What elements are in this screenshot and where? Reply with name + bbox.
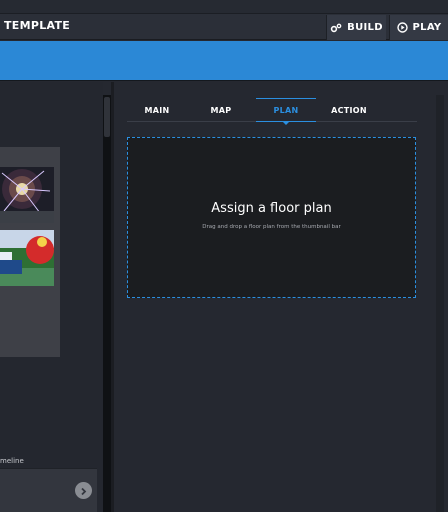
floor-plan-dropzone[interactable]: Assign a floor plan Drag and drop a floo… xyxy=(127,137,416,298)
play-button[interactable]: PLAY xyxy=(389,15,448,40)
play-label: PLAY xyxy=(412,22,442,33)
left-scrollbar[interactable] xyxy=(103,95,111,512)
tab-action[interactable]: ACTION xyxy=(319,98,379,122)
right-scrollbar[interactable] xyxy=(436,95,444,512)
build-label: BUILD xyxy=(347,22,383,33)
build-button[interactable]: BUILD xyxy=(326,15,386,40)
thumbnail-panorama-kayak[interactable] xyxy=(0,230,54,286)
next-button[interactable] xyxy=(75,482,92,499)
left-scrollbar-thumb[interactable] xyxy=(104,97,110,137)
thumbnail-panorama-tunnel[interactable] xyxy=(0,167,54,223)
tab-main[interactable]: MAIN xyxy=(127,98,187,122)
thumbnail-panel: meline xyxy=(0,82,103,512)
play-circle-icon xyxy=(396,22,408,33)
dropzone-subtitle: Drag and drop a floor plan from the thum… xyxy=(202,224,341,230)
app-title: TEMPLATE xyxy=(4,19,71,32)
timeline-label: meline xyxy=(0,457,24,465)
accent-bar xyxy=(0,41,448,81)
tab-plan[interactable]: PLAN xyxy=(256,98,316,125)
chevron-right-icon xyxy=(79,481,88,500)
tab-map[interactable]: MAP xyxy=(191,98,251,122)
dropzone-title: Assign a floor plan xyxy=(211,201,332,216)
tab-bar: MAIN MAP PLAN ACTION xyxy=(127,98,417,125)
window-strip xyxy=(0,0,448,14)
top-toolbar: TEMPLATE BUILD PLAY xyxy=(0,0,448,40)
gears-icon xyxy=(330,23,342,33)
panel-divider xyxy=(111,82,114,512)
